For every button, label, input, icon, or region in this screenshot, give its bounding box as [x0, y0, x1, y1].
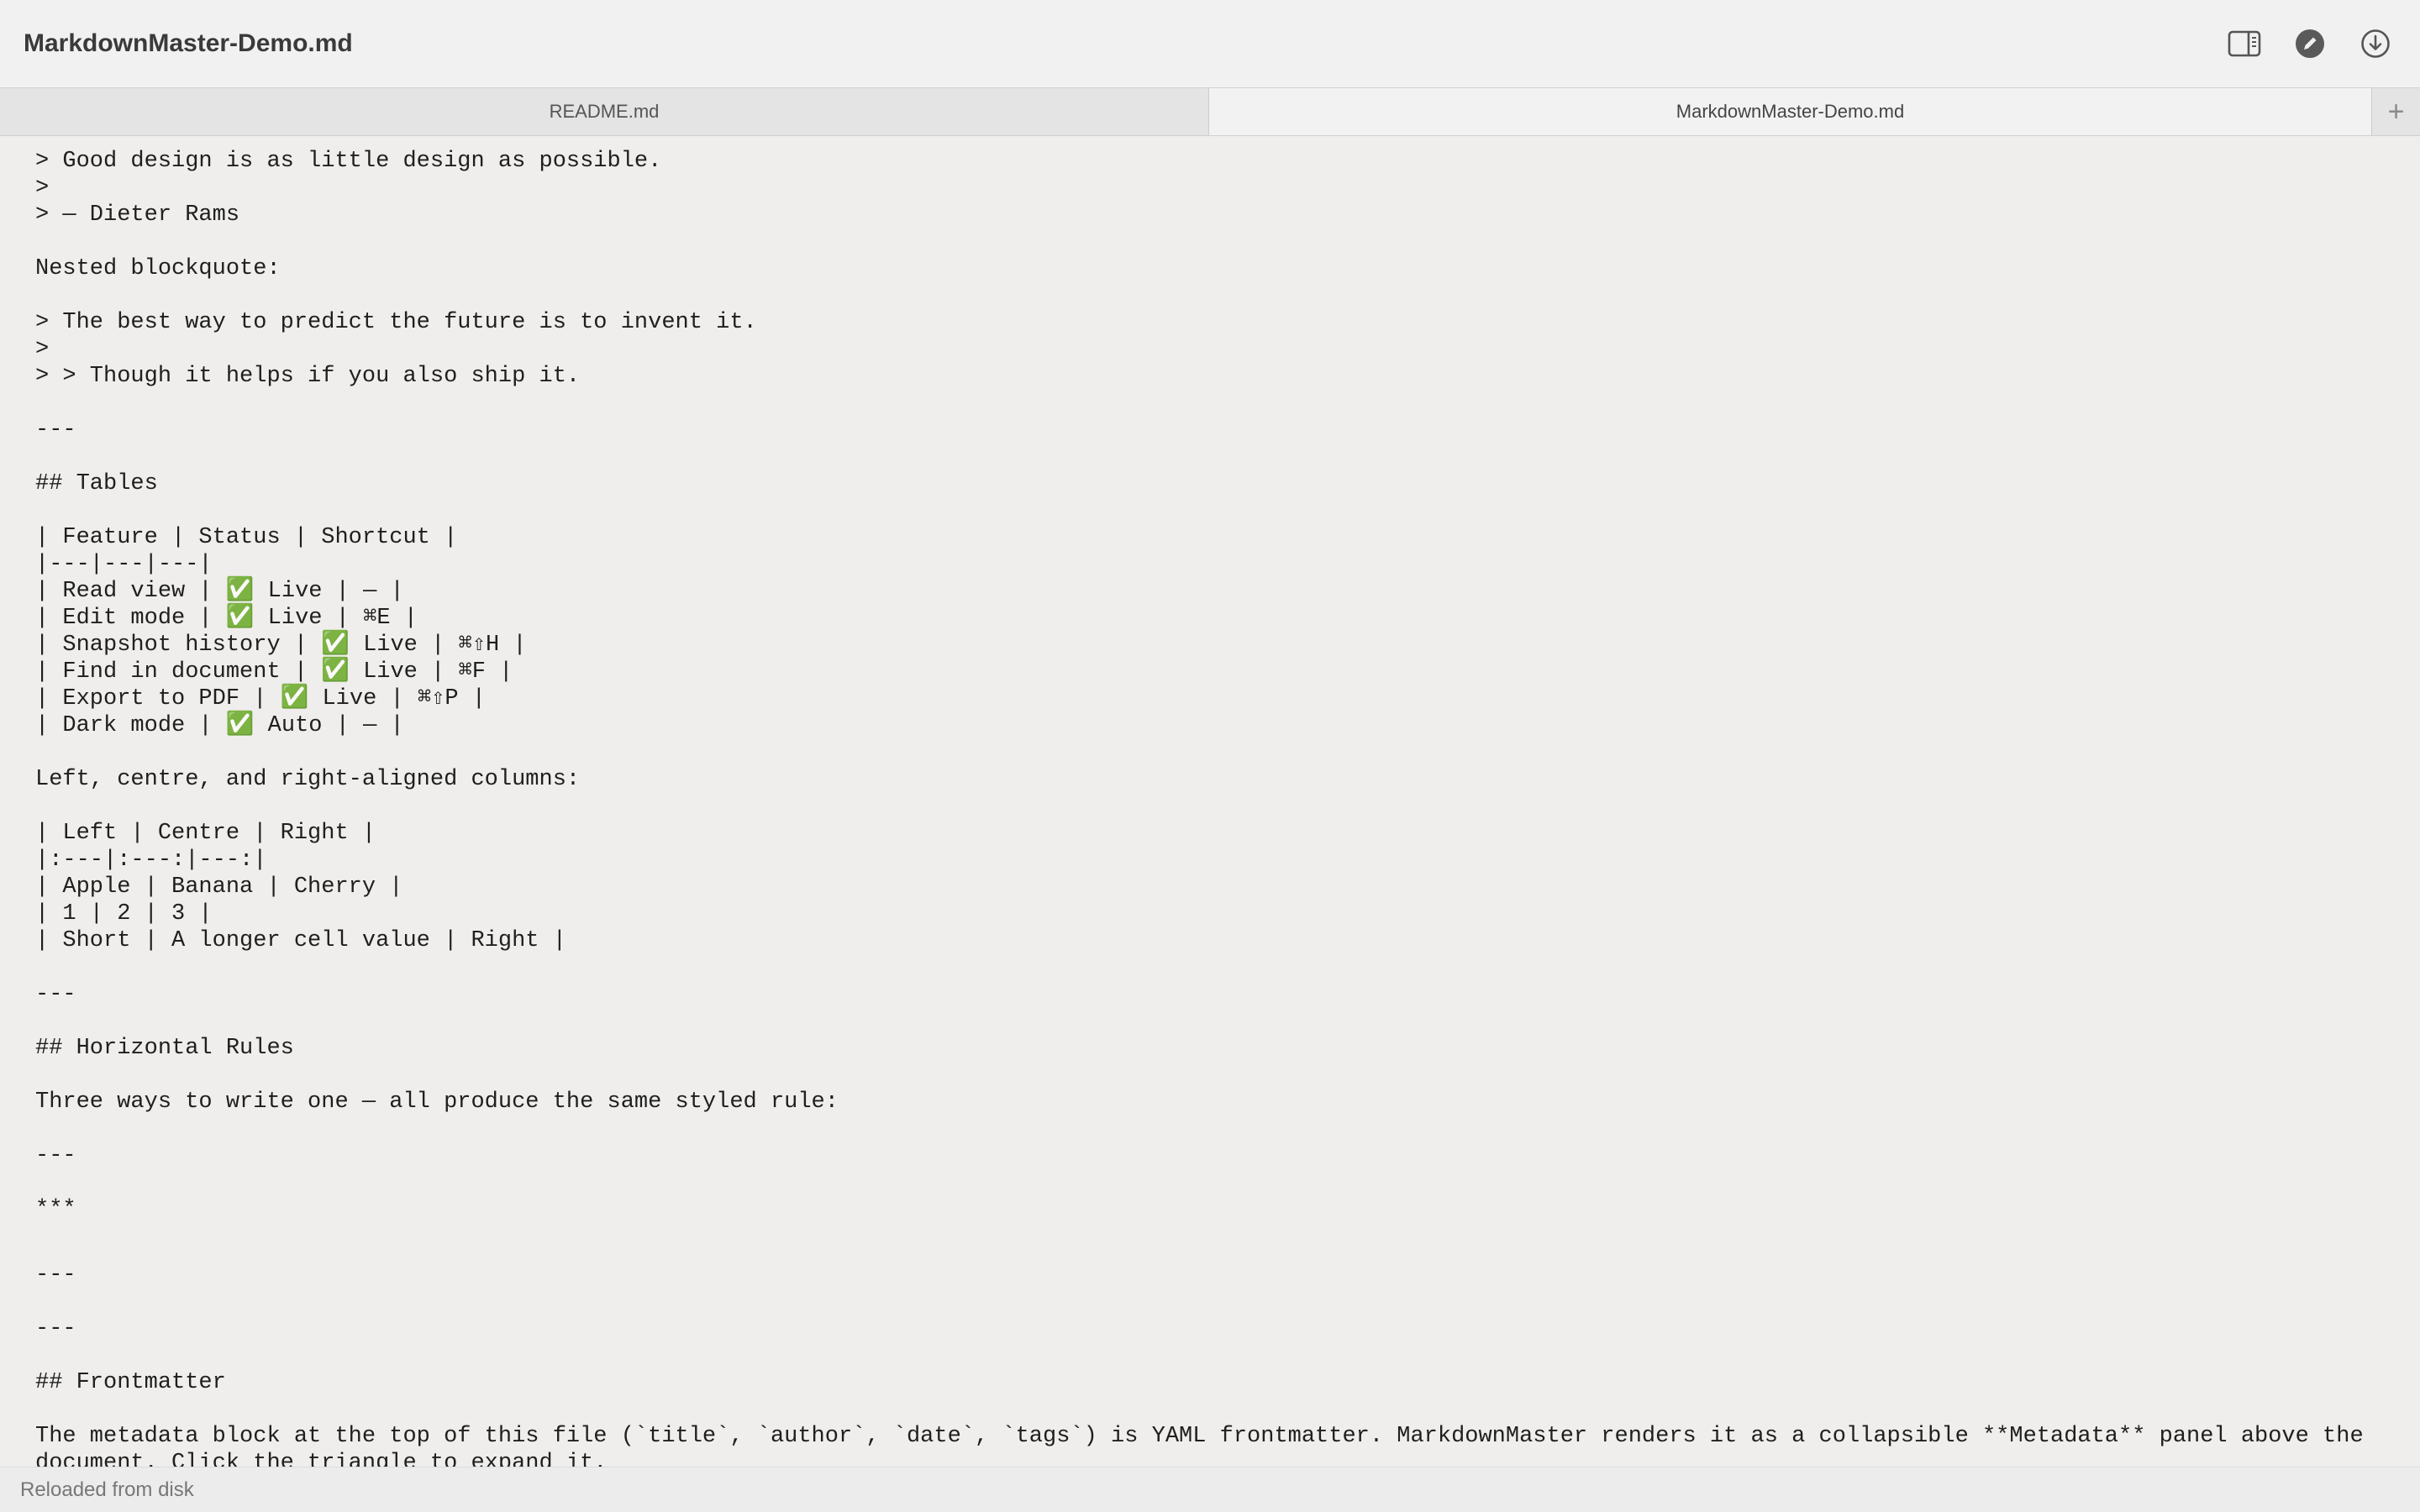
editor-line: Nested blockquote:	[35, 256, 281, 281]
editor-line: | Feature | Status | Shortcut |	[35, 525, 458, 550]
editor-line: document. Click the triangle to expand i…	[35, 1451, 608, 1467]
editor-text: > Good design is as little design as pos…	[35, 148, 2388, 1467]
tab-readme[interactable]: README.md	[0, 88, 1209, 135]
editor-line: > The best way to predict the future is …	[35, 310, 757, 335]
editor-line: ---	[35, 1143, 76, 1168]
editor-line: Three ways to write one — all produce th…	[35, 1089, 839, 1115]
editor-line: | Short | A longer cell value | Right |	[35, 928, 566, 953]
editor-line: | Edit mode | ✅ Live | ⌘E |	[35, 606, 418, 631]
editor-line: ## Tables	[35, 471, 158, 496]
editor-line: ---	[35, 1316, 76, 1341]
title-bar: MarkdownMaster-Demo.md	[0, 0, 2420, 87]
editor-line: ***	[35, 1197, 76, 1222]
tab-label: MarkdownMaster-Demo.md	[1676, 101, 1905, 122]
editor-line: ---	[35, 417, 76, 443]
markdown-editor[interactable]: > Good design is as little design as pos…	[0, 136, 2420, 1467]
editor-line: | Apple | Banana | Cherry |	[35, 874, 403, 900]
editor-line: | Find in document | ✅ Live | ⌘F |	[35, 659, 513, 685]
editor-line: | Snapshot history | ✅ Live | ⌘⇧H |	[35, 633, 527, 658]
editor-line: ---	[35, 982, 76, 1007]
tab-markdownmaster-demo[interactable]: MarkdownMaster-Demo.md	[1209, 88, 2372, 135]
editor-line: ---	[35, 1263, 76, 1288]
tab-bar: README.md MarkdownMaster-Demo.md +	[0, 87, 2420, 136]
edit-pencil-icon[interactable]	[2291, 25, 2328, 62]
download-icon[interactable]	[2357, 25, 2394, 62]
plus-icon: +	[2387, 95, 2405, 128]
editor-line: | Read view | ✅ Live | — |	[35, 579, 404, 604]
editor-line: |---|---|---|	[35, 552, 213, 577]
editor-line: > — Dieter Rams	[35, 202, 240, 228]
window-title: MarkdownMaster-Demo.md	[24, 29, 353, 57]
editor-line: | Dark mode | ✅ Auto | — |	[35, 713, 404, 738]
editor-line: |:---|:---:|---:|	[35, 848, 267, 873]
app-window: MarkdownMaster-Demo.md README.md Markdow…	[0, 0, 2420, 1512]
editor-line: > > Though it helps if you also ship it.	[35, 364, 581, 389]
tab-label: README.md	[549, 101, 660, 122]
editor-line: | 1 | 2 | 3 |	[35, 901, 213, 927]
status-message: Reloaded from disk	[20, 1478, 194, 1501]
editor-line: ## Frontmatter	[35, 1370, 226, 1395]
editor-line: | Export to PDF | ✅ Live | ⌘⇧P |	[35, 686, 487, 711]
editor-line: | Left | Centre | Right |	[35, 821, 376, 846]
sidebar-toggle-icon[interactable]	[2226, 25, 2263, 62]
status-bar: Reloaded from disk	[0, 1467, 2420, 1512]
editor-line: ## Horizontal Rules	[35, 1036, 294, 1061]
editor-line: >	[35, 337, 50, 362]
editor-line: The metadata block at the top of this fi…	[35, 1424, 2364, 1449]
editor-line: >	[35, 176, 50, 201]
editor-line: Left, centre, and right-aligned columns:	[35, 767, 581, 792]
new-tab-button[interactable]: +	[2372, 88, 2420, 135]
editor-line: > Good design is as little design as pos…	[35, 149, 662, 174]
